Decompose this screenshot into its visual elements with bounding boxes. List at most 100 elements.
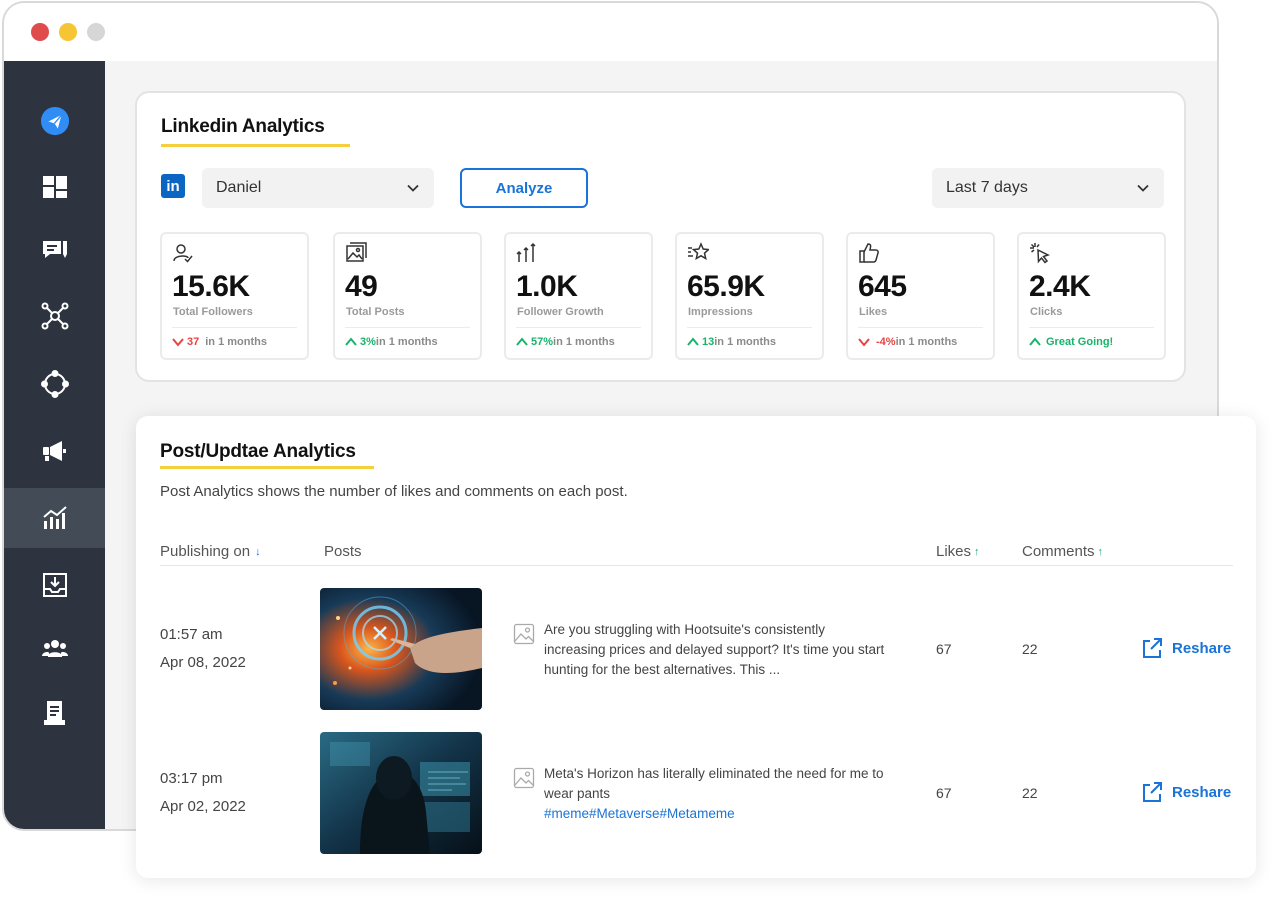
reshare-button[interactable]: Reshare [1140,780,1231,804]
stat-delta: 37 [187,336,200,348]
reshare-button[interactable]: Reshare [1140,636,1231,660]
stat-impressions: 65.9K Impressions 13 in 1 months [675,232,824,360]
thumbs-up-icon [859,243,879,263]
comments-count: 22 [1022,641,1038,657]
stat-delta: 13 [702,336,715,348]
cursor-click-icon [1030,243,1050,264]
document-icon [43,701,65,725]
analyze-button[interactable]: Analyze [460,168,588,208]
hooded-hacker-image [320,732,482,854]
column-header-posts: Posts [324,543,362,560]
network-icon [41,302,68,330]
stat-trend: -4% in 1 months [858,336,957,348]
stat-trend: 37 in 1 months [172,336,267,348]
post-analytics-description: Post Analytics shows the number of likes… [160,483,628,500]
post-thumbnail[interactable] [320,732,482,854]
stat-delta: 3% [360,336,376,348]
divider [516,327,641,328]
stat-trend: 3% in 1 months [345,336,438,348]
stat-follower-growth: 1.0K Follower Growth 57% in 1 months [504,232,653,360]
stat-value: 645 [858,270,907,303]
stat-trend: 13 in 1 months [687,336,776,348]
stat-period: in 1 months [375,336,438,348]
sort-up-icon: ↑ [974,545,980,558]
linkedin-logo-icon: in [161,174,185,198]
sidebar-item-inbox[interactable] [4,555,105,615]
stat-value: 65.9K [687,270,765,303]
minimize-window-button[interactable] [59,23,77,41]
stat-value: 49 [345,270,378,303]
post-hashtags[interactable]: #meme#Metaverse#Metameme [544,806,735,821]
growth-arrows-icon [516,242,536,262]
posts-icon [42,241,67,258]
stat-label: Impressions [688,306,753,318]
zoom-window-button[interactable] [87,23,105,41]
chevron-up-icon [345,337,357,346]
sort-up-icon: ↑ [1097,545,1104,558]
comments-count: 22 [1022,785,1038,801]
chevron-down-icon [172,338,184,347]
column-header-comments[interactable]: Comments ↑ [1022,543,1103,560]
likes-count: 67 [936,785,952,801]
close-window-button[interactable] [31,23,49,41]
dashboard-icon [42,176,67,198]
column-label: Posts [324,543,362,560]
user-check-icon [173,244,193,263]
sort-down-icon: ↓ [255,545,261,558]
chevron-down-icon [407,184,419,192]
date-range-select[interactable]: Last 7 days [932,168,1164,208]
stat-clicks: 2.4K Clicks Great Going! [1017,232,1166,360]
divider [345,327,470,328]
stat-label: Total Followers [173,306,253,318]
image-placeholder-icon [513,623,535,645]
image-placeholder-icon [513,767,535,789]
account-select[interactable]: Daniel [202,168,434,208]
sidebar [4,61,105,829]
sidebar-item-network[interactable] [4,286,105,346]
column-label: Publishing on [160,543,251,560]
stat-label: Total Posts [346,306,405,318]
megaphone-icon [42,441,66,461]
sidebar-item-dashboard[interactable] [4,157,105,217]
stat-value: 1.0K [516,270,578,303]
sidebar-item-home[interactable] [4,91,105,151]
send-logo-icon [40,106,69,136]
stat-label: Likes [859,306,888,318]
column-header-likes[interactable]: Likes ↑ [936,543,980,560]
title-bar [4,3,1217,61]
star-icon [688,242,709,261]
column-header-publishing[interactable]: Publishing on ↓ [160,543,261,560]
divider [172,327,297,328]
stat-period: in 1 months [714,336,776,348]
divider [687,327,812,328]
stat-value: 15.6K [172,270,250,303]
stat-trend: Great Going! [1029,336,1113,348]
stat-total-followers: 15.6K Total Followers 37 in 1 months [160,232,309,360]
sidebar-item-reports[interactable] [4,683,105,743]
stat-delta: -4% [876,336,896,348]
post-date: Apr 08, 2022 [160,654,246,671]
post-body: Are you struggling with Hootsuite's cons… [544,622,885,677]
date-range-value: Last 7 days [946,179,1028,196]
post-analytics-card: Post/Updtae Analytics Post Analytics sho… [136,416,1256,878]
stat-delta: Great Going! [1046,336,1114,348]
stat-likes: 645 Likes -4% in 1 months [846,232,995,360]
sidebar-item-team[interactable] [4,619,105,679]
sidebar-item-posts[interactable] [4,221,105,281]
reshare-label: Reshare [1172,783,1232,801]
sidebar-item-connections[interactable] [4,354,105,414]
divider [1029,327,1154,328]
table-header-divider [160,565,1233,566]
post-text: Are you struggling with Hootsuite's cons… [544,620,889,680]
connections-icon [40,370,69,398]
sidebar-item-campaigns[interactable] [4,421,105,481]
sidebar-item-analytics[interactable] [4,488,105,548]
divider [858,327,983,328]
share-icon [1143,782,1162,802]
post-body: Meta's Horizon has literally eliminated … [544,766,884,801]
stat-period: in 1 months [205,336,267,348]
post-date: Apr 02, 2022 [160,798,246,815]
post-time: 03:17 pm [160,770,223,787]
image-icon [346,242,367,262]
post-thumbnail[interactable] [320,588,482,710]
